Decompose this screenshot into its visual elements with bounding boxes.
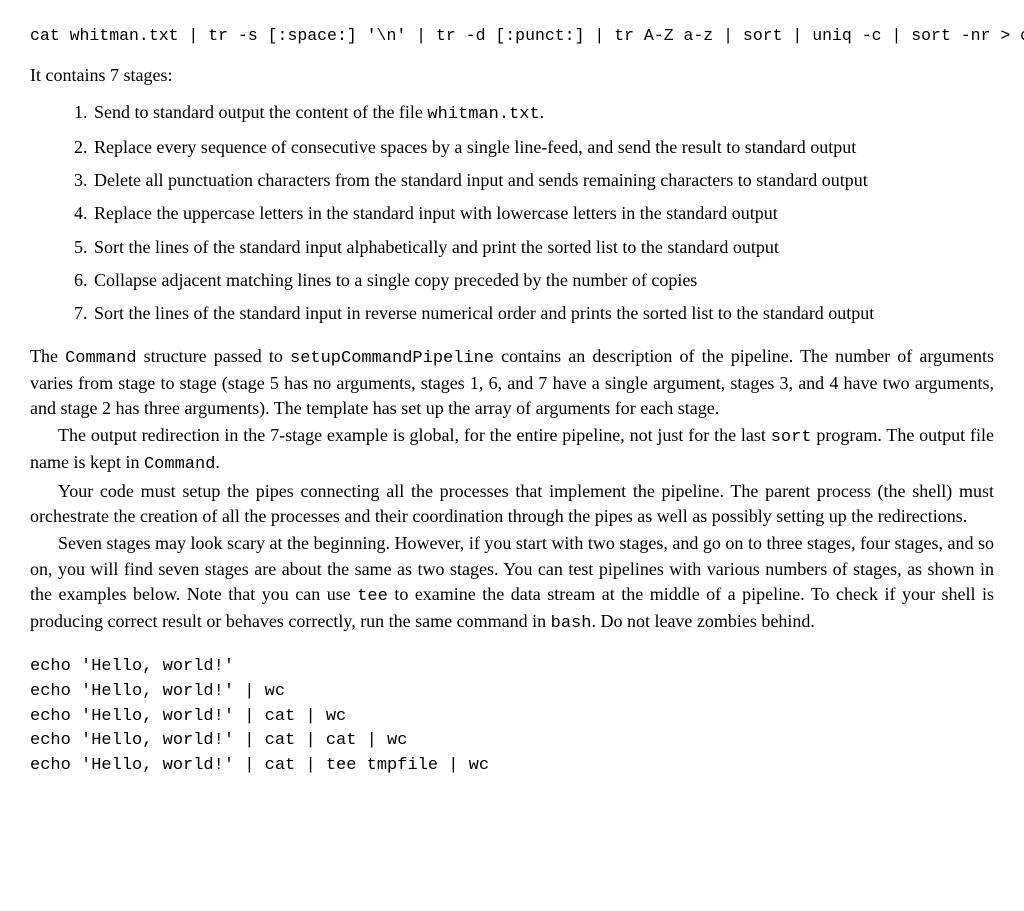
stage-item: Sort the lines of the standard input in … <box>92 301 994 326</box>
example-line: echo 'Hello, world!' | cat | cat | wc <box>30 729 994 754</box>
paragraph-4: Seven stages may look scary at the begin… <box>30 531 994 635</box>
stage-item: Collapse adjacent matching lines to a si… <box>92 268 994 293</box>
code-inline: bash <box>551 614 592 633</box>
stages-list: Send to standard output the content of t… <box>52 100 994 326</box>
stage-item: Send to standard output the content of t… <box>92 100 994 127</box>
paragraph-1: The Command structure passed to setupCom… <box>30 344 994 421</box>
code-inline: tee <box>357 587 388 606</box>
stage-item: Replace the uppercase letters in the sta… <box>92 201 994 226</box>
example-line: echo 'Hello, world!' | wc <box>30 680 994 705</box>
para-text: structure passed to <box>137 346 290 366</box>
para-text: The <box>30 346 65 366</box>
intro-text: It contains 7 stages: <box>30 63 994 88</box>
code-inline: setupCommandPipeline <box>290 349 494 368</box>
stage-item: Sort the lines of the standard input alp… <box>92 235 994 260</box>
para-text: . Do not leave zombies behind. <box>591 611 814 631</box>
stage-item: Replace every sequence of consecutive sp… <box>92 135 994 160</box>
para-text: The output redirection in the 7-stage ex… <box>58 425 771 445</box>
code-inline: Command <box>144 455 215 474</box>
paragraph-3: Your code must setup the pipes connectin… <box>30 479 994 529</box>
paragraph-2: The output redirection in the 7-stage ex… <box>30 423 994 477</box>
code-inline: Command <box>65 349 136 368</box>
stage-text: Send to standard output the content of t… <box>94 102 427 122</box>
stage-code: whitman.txt <box>427 105 539 124</box>
example-line: echo 'Hello, world!' | cat | tee tmpfile… <box>30 754 994 779</box>
example-line: echo 'Hello, world!' <box>30 655 994 680</box>
example-commands: echo 'Hello, world!' echo 'Hello, world!… <box>30 655 994 778</box>
para-text: Your code must setup the pipes connectin… <box>30 481 994 526</box>
code-inline: sort <box>771 428 812 447</box>
pipeline-command: cat whitman.txt | tr -s [:space:] '\n' |… <box>30 24 994 47</box>
stage-text: . <box>540 102 545 122</box>
stage-item: Delete all punctuation characters from t… <box>92 168 994 193</box>
para-text: . <box>215 452 220 472</box>
example-line: echo 'Hello, world!' | cat | wc <box>30 705 994 730</box>
